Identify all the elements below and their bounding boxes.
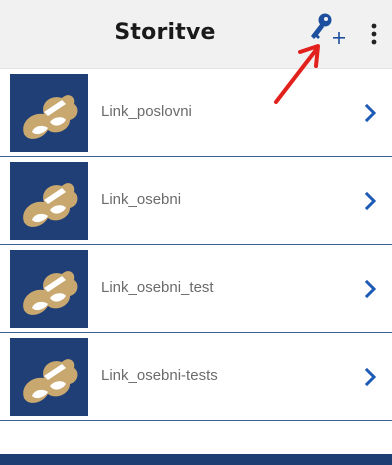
key-plus-icon xyxy=(311,13,345,44)
add-key-button[interactable] xyxy=(306,10,348,56)
chevron-right-icon xyxy=(364,367,377,387)
chevron-right-icon xyxy=(364,191,377,211)
page-title: Storitve xyxy=(114,20,216,45)
list-item-label: Link_osebni_test xyxy=(101,279,214,296)
nlb-link-logo-icon xyxy=(10,338,88,416)
overflow-menu-button[interactable] xyxy=(362,18,386,52)
chevron-right-icon xyxy=(364,103,377,123)
app-header: Storitve xyxy=(0,0,392,69)
list-item-label: Link_poslovni xyxy=(101,103,192,120)
nlb-link-logo-icon xyxy=(10,162,88,240)
list-item[interactable]: Link_poslovni xyxy=(0,69,392,157)
list-item-label: Link_osebni-tests xyxy=(101,367,218,384)
list-item-label: Link_osebni xyxy=(101,191,182,208)
services-list: Link_poslovni Link_osebni Link_osebni_te… xyxy=(0,69,392,421)
bottom-bar xyxy=(0,454,392,465)
more-vert-icon xyxy=(371,23,377,45)
app-window: Storitve Link_poslovni Link_osebni Link_… xyxy=(0,0,392,465)
list-item[interactable]: Link_osebni xyxy=(0,157,392,245)
list-item[interactable]: Link_osebni-tests xyxy=(0,333,392,421)
nlb-link-logo-icon xyxy=(10,250,88,328)
nlb-link-logo-icon xyxy=(10,74,88,152)
chevron-right-icon xyxy=(364,279,377,299)
list-item[interactable]: Link_osebni_test xyxy=(0,245,392,333)
